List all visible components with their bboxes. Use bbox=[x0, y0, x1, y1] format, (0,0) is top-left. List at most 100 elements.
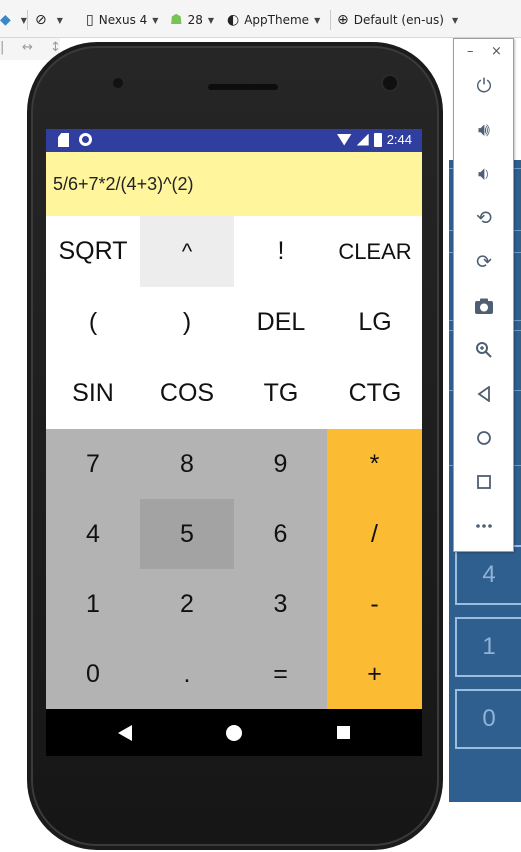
sync-icon bbox=[79, 133, 92, 146]
more-options-icon[interactable] bbox=[469, 511, 499, 541]
device-label: Nexus 4 bbox=[98, 13, 148, 27]
multiply-key[interactable]: * bbox=[327, 429, 422, 499]
orientation-dropdown[interactable]: ⊘ ▼ bbox=[35, 9, 63, 31]
globe-icon: ⊕ bbox=[337, 12, 349, 28]
digit-8-key[interactable]: 8 bbox=[140, 429, 234, 499]
digit-6-key[interactable]: 6 bbox=[234, 499, 327, 569]
back-icon[interactable] bbox=[118, 725, 132, 741]
proximity-sensor bbox=[113, 78, 123, 88]
cos-key[interactable]: COS bbox=[140, 358, 234, 429]
home-icon[interactable] bbox=[226, 725, 242, 741]
volume-down-icon[interactable]: 🔉︎ bbox=[469, 159, 499, 189]
design-mode-toggle[interactable]: ◆ ▼ bbox=[0, 9, 27, 31]
power-key[interactable]: ^ bbox=[140, 216, 234, 287]
preview-key: 4 bbox=[455, 545, 521, 605]
battery-icon bbox=[373, 132, 382, 147]
zoom-icon[interactable] bbox=[469, 335, 499, 365]
navigation-bar bbox=[46, 709, 422, 756]
tan-key[interactable]: TG bbox=[234, 358, 328, 429]
close-paren-key[interactable]: ) bbox=[140, 287, 234, 358]
api-level-label: 28 bbox=[187, 13, 203, 27]
sqrt-key[interactable]: SQRT bbox=[46, 216, 140, 287]
volume-up-icon[interactable]: 🔊︎ bbox=[469, 115, 499, 145]
divide-key[interactable]: / bbox=[327, 499, 422, 569]
theme-label: AppTheme bbox=[244, 13, 310, 27]
chevron-down-icon: ▼ bbox=[20, 15, 27, 25]
chevron-down-icon: ▼ bbox=[207, 15, 214, 25]
back-triangle-shape bbox=[477, 386, 490, 402]
layout-editor-toolbar: ◆ ▼ ⊘ ▼ ▯ Nexus 4 ▼ ☗ 28 ▼ ◐ AppTheme ▼ ⊕ Default… bbox=[0, 0, 521, 38]
function-keypad: SQRT ^ ! CLEAR ( ) DEL LG SIN COS TG CTG bbox=[46, 216, 422, 429]
digit-3-key[interactable]: 3 bbox=[234, 569, 327, 639]
home-circle-shape bbox=[477, 431, 491, 445]
digit-7-key[interactable]: 7 bbox=[46, 429, 140, 499]
android-icon: ☗ bbox=[170, 12, 183, 28]
home-icon[interactable] bbox=[469, 423, 499, 453]
digit-9-key[interactable]: 9 bbox=[234, 429, 327, 499]
chevron-down-icon: ▼ bbox=[314, 15, 321, 25]
preview-key: 1 bbox=[455, 617, 521, 677]
sd-card-icon bbox=[58, 133, 69, 147]
digit-2-key[interactable]: 2 bbox=[140, 569, 234, 639]
cot-key[interactable]: CTG bbox=[328, 358, 422, 429]
overview-icon[interactable] bbox=[469, 467, 499, 497]
rotate-right-icon[interactable]: ⟳ bbox=[469, 247, 499, 277]
status-bar: 2:44 bbox=[46, 129, 422, 152]
theme-icon: ◐ bbox=[227, 12, 240, 28]
number-keypad: 7 8 9 4 5 6 1 2 3 0 . = bbox=[46, 429, 327, 709]
operator-keypad: * / - + bbox=[327, 429, 422, 709]
constraint-toolbar: | ↔ ↕ bbox=[0, 38, 61, 60]
phone-icon: ▯ bbox=[86, 12, 94, 28]
locale-label: Default (en-us) bbox=[353, 13, 444, 27]
rotate-left-icon[interactable]: ⟲ bbox=[469, 203, 499, 233]
digit-0-key[interactable]: 0 bbox=[46, 639, 140, 709]
earpiece-speaker bbox=[208, 84, 278, 90]
preview-key: 0 bbox=[455, 689, 521, 749]
cell-signal-icon bbox=[356, 133, 369, 146]
expression-text: 5/6+7*2/(4+3)^(2) bbox=[53, 173, 194, 194]
power-icon[interactable]: ⏻ bbox=[469, 71, 499, 101]
sin-key[interactable]: SIN bbox=[46, 358, 140, 429]
expression-display[interactable]: 5/6+7*2/(4+3)^(2) bbox=[46, 152, 422, 216]
digit-4-key[interactable]: 4 bbox=[46, 499, 140, 569]
recent-apps-icon[interactable] bbox=[337, 726, 350, 739]
digit-1-key[interactable]: 1 bbox=[46, 569, 140, 639]
camera-shape bbox=[475, 298, 493, 314]
equals-key[interactable]: = bbox=[234, 639, 327, 709]
magnifier-shape bbox=[476, 342, 492, 358]
emulator-controls-panel: – × ⏻ 🔊︎ 🔉︎ ⟲ ⟳ bbox=[453, 38, 514, 552]
status-time: 2:44 bbox=[386, 132, 412, 147]
api-level-dropdown[interactable]: ☗ 28 ▼ bbox=[170, 9, 214, 31]
wifi-icon bbox=[336, 133, 352, 146]
front-camera bbox=[381, 74, 399, 92]
theme-dropdown[interactable]: ◐ AppTheme ▼ bbox=[227, 9, 320, 31]
decimal-point-key[interactable]: . bbox=[140, 639, 234, 709]
device-screen: 2:44 5/6+7*2/(4+3)^(2) SQRT ^ ! CLEAR ( … bbox=[46, 129, 422, 756]
rotate-icon: ⊘ bbox=[35, 12, 47, 28]
factorial-key[interactable]: ! bbox=[234, 216, 328, 287]
chevron-down-icon: ▼ bbox=[451, 15, 459, 25]
clear-key[interactable]: CLEAR bbox=[328, 216, 422, 287]
layers-icon: ◆ bbox=[0, 12, 11, 28]
subtract-key[interactable]: - bbox=[327, 569, 422, 639]
chevron-down-icon: ▼ bbox=[152, 15, 159, 25]
close-button[interactable]: × bbox=[491, 44, 502, 59]
open-paren-key[interactable]: ( bbox=[46, 287, 140, 358]
device-dropdown[interactable]: ▯ Nexus 4 ▼ bbox=[86, 9, 158, 31]
back-icon[interactable] bbox=[469, 379, 499, 409]
minimize-button[interactable]: – bbox=[467, 44, 474, 59]
toolbar-divider bbox=[330, 10, 331, 30]
add-key[interactable]: + bbox=[327, 639, 422, 709]
horizontal-resize-icon[interactable]: ↔ bbox=[22, 40, 33, 55]
log-key[interactable]: LG bbox=[328, 287, 422, 358]
locale-dropdown[interactable]: ⊕ Default (en-us) ▼ bbox=[337, 9, 458, 31]
digit-5-key[interactable]: 5 bbox=[140, 499, 234, 569]
panel-edge-icon: | bbox=[0, 40, 5, 55]
delete-key[interactable]: DEL bbox=[234, 287, 328, 358]
emulator-panel-header: – × bbox=[454, 39, 513, 65]
toolbar-divider bbox=[27, 10, 28, 30]
camera-icon[interactable] bbox=[469, 291, 499, 321]
dots-shape bbox=[476, 524, 492, 528]
overview-square-shape bbox=[477, 475, 491, 489]
chevron-down-icon: ▼ bbox=[56, 15, 63, 25]
